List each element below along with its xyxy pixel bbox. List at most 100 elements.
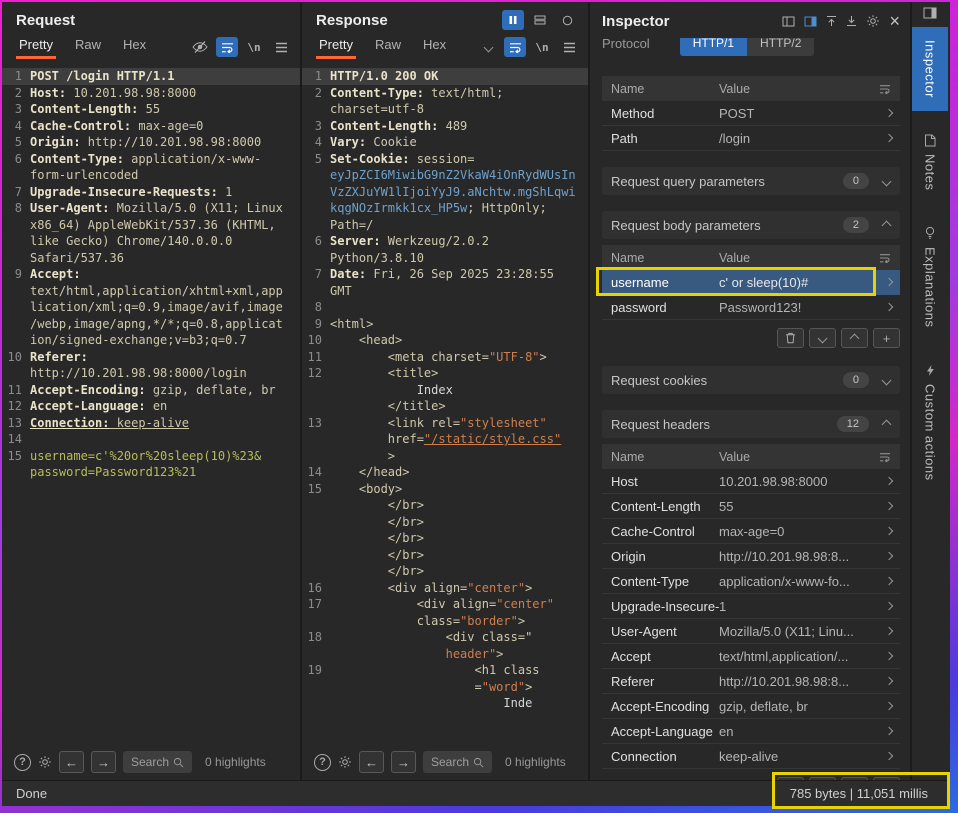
code-line[interactable]: </br>: [302, 530, 588, 547]
code-line[interactable]: 9Accept: text/html,application/xhtml+xml…: [2, 266, 300, 349]
inspector-row[interactable]: Accept-Encodinggzip, deflate, br: [602, 694, 900, 719]
inspector-row[interactable]: MethodPOST: [602, 101, 900, 126]
request-editor[interactable]: 1POST /login HTTP/1.12Host: 10.201.98.98…: [2, 60, 300, 744]
wrap-icon[interactable]: [879, 84, 891, 94]
delete-row-button[interactable]: [777, 328, 804, 348]
code-line[interactable]: Index: [302, 382, 588, 399]
side-tab-custom-actions[interactable]: Custom actions: [912, 351, 948, 494]
code-line[interactable]: </title>: [302, 398, 588, 415]
code-line[interactable]: 12 <title>: [302, 365, 588, 382]
editor-menu-icon[interactable]: [270, 37, 292, 57]
code-line[interactable]: 1HTTP/1.0 200 OK: [302, 68, 588, 85]
collapse-all-icon[interactable]: [826, 15, 837, 27]
expand-all-icon[interactable]: [846, 15, 857, 27]
section-request-cookies[interactable]: Request cookies0: [602, 366, 900, 394]
wrap-icon[interactable]: [879, 253, 891, 263]
code-line[interactable]: 7Date: Fri, 26 Sep 2025 23:28:55 GMT: [302, 266, 588, 299]
newline-toggle-icon[interactable]: \n: [531, 37, 553, 57]
code-line[interactable]: 10 <head>: [302, 332, 588, 349]
code-line[interactable]: </br>: [302, 563, 588, 580]
code-line[interactable]: 6Content-Type: application/x-www-form-ur…: [2, 151, 300, 184]
code-line[interactable]: 14 </head>: [302, 464, 588, 481]
code-line[interactable]: 7Upgrade-Insecure-Requests: 1: [2, 184, 300, 201]
http2-button[interactable]: HTTP/2: [747, 38, 814, 56]
prev-match-button[interactable]: ←: [59, 751, 84, 773]
code-line[interactable]: header">: [302, 646, 588, 663]
section-request-body-parameters[interactable]: Request body parameters2: [602, 211, 900, 239]
response-view-tab[interactable]: Raw: [364, 32, 412, 60]
response-view-tab[interactable]: Hex: [412, 32, 457, 60]
code-line[interactable]: 11Accept-Encoding: gzip, deflate, br: [2, 382, 300, 399]
search-input[interactable]: Search: [423, 751, 492, 773]
add-row-button[interactable]: +: [873, 328, 900, 348]
http1-button[interactable]: HTTP/1: [680, 38, 747, 56]
code-line[interactable]: 15username=c'%20or%20sleep(10)%23&​passw…: [2, 448, 300, 481]
inspector-row[interactable]: Accept-Languageen: [602, 719, 900, 744]
code-line[interactable]: >: [302, 448, 588, 465]
inspector-row[interactable]: Connectionkeep-alive: [602, 744, 900, 769]
code-line[interactable]: 5Origin: http://10.201.98.98:8000: [2, 134, 300, 151]
horizontal-layout-icon[interactable]: [529, 10, 551, 30]
code-line[interactable]: 10Referer: http://10.201.98.98:8000/logi…: [2, 349, 300, 382]
combined-layout-icon[interactable]: [556, 10, 578, 30]
inspector-row[interactable]: User-AgentMozilla/5.0 (X11; Linu...: [602, 619, 900, 644]
inspector-row[interactable]: Path/login: [602, 126, 900, 151]
code-line[interactable]: 8: [302, 299, 588, 316]
code-line[interactable]: 6Server: Werkzeug/2.0.2 Python/3.8.10: [302, 233, 588, 266]
section-request-headers[interactable]: Request headers12: [602, 410, 900, 438]
code-line[interactable]: 11 <meta charset="UTF-8">: [302, 349, 588, 366]
help-icon[interactable]: ?: [14, 754, 31, 771]
search-settings-gear-icon[interactable]: [38, 755, 52, 769]
code-line[interactable]: 3Content-Length: 55: [2, 101, 300, 118]
next-match-button[interactable]: →: [91, 751, 116, 773]
inspector-row[interactable]: usernamec' or sleep(10)#: [602, 270, 900, 295]
code-line[interactable]: 13Connection: keep-alive: [2, 415, 300, 432]
inspector-row[interactable]: Refererhttp://10.201.98.98:8...: [602, 669, 900, 694]
code-line[interactable]: 18 <div class=": [302, 629, 588, 646]
side-tab-explanations[interactable]: Explanations: [912, 213, 948, 340]
inspector-gear-icon[interactable]: [866, 14, 880, 28]
inspector-row[interactable]: Accepttext/html,application/...: [602, 644, 900, 669]
editor-menu-icon[interactable]: [558, 37, 580, 57]
code-line[interactable]: </br>: [302, 514, 588, 531]
code-line[interactable]: href="/static/style.css": [302, 431, 588, 448]
inspector-row[interactable]: Upgrade-Insecure-Re...1: [602, 594, 900, 619]
code-line[interactable]: </br>: [302, 547, 588, 564]
search-settings-gear-icon[interactable]: [338, 755, 352, 769]
search-input[interactable]: Search: [123, 751, 192, 773]
dock-right-icon[interactable]: [923, 7, 937, 19]
code-line[interactable]: 13 <link rel="stylesheet": [302, 415, 588, 432]
code-line[interactable]: </br>: [302, 497, 588, 514]
inspector-row[interactable]: Content-Typeapplication/x-www-fo...: [602, 569, 900, 594]
code-line[interactable]: 12Accept-Language: en: [2, 398, 300, 415]
inspector-row[interactable]: Host10.201.98.98:8000: [602, 469, 900, 494]
code-line[interactable]: 2Host: 10.201.98.98:8000: [2, 85, 300, 102]
code-line[interactable]: 1POST /login HTTP/1.1: [2, 68, 300, 85]
code-line[interactable]: 16 <div align="center">: [302, 580, 588, 597]
pane-left-icon[interactable]: [782, 16, 795, 27]
inspector-row[interactable]: Originhttp://10.201.98.98:8...: [602, 544, 900, 569]
inspector-row[interactable]: Content-Length55: [602, 494, 900, 519]
delete-menu-button[interactable]: [809, 328, 836, 348]
response-editor[interactable]: 1HTTP/1.0 200 OK2Content-Type: text/html…: [302, 60, 588, 744]
code-line[interactable]: 9<html>: [302, 316, 588, 333]
prev-match-button[interactable]: ←: [359, 751, 384, 773]
section-request-query-parameters[interactable]: Request query parameters0: [602, 167, 900, 195]
word-wrap-icon[interactable]: [216, 37, 238, 57]
code-line[interactable]: Inde: [302, 695, 588, 712]
eye-slash-icon[interactable]: [189, 37, 211, 57]
code-line[interactable]: 4Vary: Cookie: [302, 134, 588, 151]
request-view-tab[interactable]: Hex: [112, 32, 157, 60]
close-inspector-icon[interactable]: ×: [889, 12, 900, 30]
side-tab-inspector[interactable]: Inspector: [912, 27, 948, 111]
code-line[interactable]: ="word">: [302, 679, 588, 696]
newline-toggle-icon[interactable]: \n: [243, 37, 265, 57]
code-line[interactable]: 3Content-Length: 489: [302, 118, 588, 135]
inspector-row[interactable]: passwordPassword123!: [602, 295, 900, 320]
word-wrap-icon[interactable]: [504, 37, 526, 57]
inspector-row[interactable]: Cache-Controlmax-age=0: [602, 519, 900, 544]
code-line[interactable]: 17 <div align="center": [302, 596, 588, 613]
code-line[interactable]: 19 <h1 class: [302, 662, 588, 679]
pane-right-icon[interactable]: [804, 16, 817, 27]
wrap-icon[interactable]: [879, 452, 891, 462]
